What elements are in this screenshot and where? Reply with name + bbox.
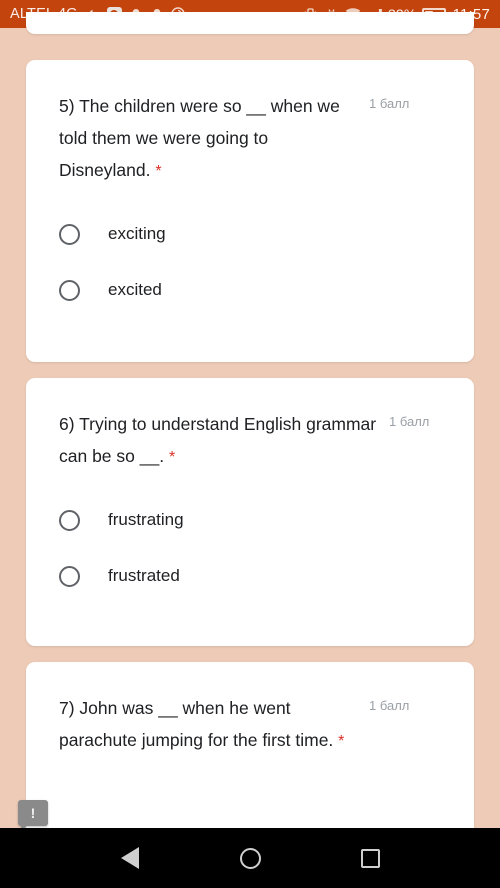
option-label: exciting <box>108 224 166 243</box>
required-asterisk: * <box>338 733 345 750</box>
option-row[interactable]: frustrating <box>59 492 474 548</box>
radio-button-icon[interactable] <box>59 223 80 245</box>
feedback-bubble-icon[interactable]: ! <box>18 800 48 831</box>
option-row[interactable]: frustrated <box>59 548 474 604</box>
back-button[interactable] <box>107 835 153 881</box>
question-header: 5) The children were so __ when we told … <box>26 60 474 188</box>
question-text: 6) Trying to understand English grammar … <box>59 408 379 474</box>
back-triangle-icon <box>121 847 139 869</box>
home-circle-icon <box>239 847 261 869</box>
required-asterisk: * <box>155 163 162 180</box>
question-text: 5) The children were so __ when we told … <box>59 90 359 188</box>
question-points: 1 балл <box>389 414 430 429</box>
question-body: 7) John was __ when he went parachute ju… <box>59 698 334 750</box>
options-group: exciting excited <box>26 188 474 318</box>
radio-button-icon[interactable] <box>59 509 80 531</box>
form-scroll-area[interactable]: 5) The children were so __ when we told … <box>0 12 500 852</box>
required-asterisk: * <box>168 449 176 466</box>
option-label: frustrating <box>108 510 184 529</box>
recents-square-icon <box>360 848 380 868</box>
phone-screen: ALTEL 4G <box>0 0 500 888</box>
android-nav-bar <box>0 828 500 888</box>
question-body: 6) Trying to understand English grammar … <box>59 414 377 466</box>
radio-button-icon[interactable] <box>59 565 80 587</box>
question-header: 6) Trying to understand English grammar … <box>26 378 474 474</box>
question-header: 7) John was __ when he went parachute ju… <box>26 662 474 758</box>
option-label: frustrated <box>108 566 180 585</box>
question-text: 7) John was __ when he went parachute ju… <box>59 692 359 758</box>
question-points: 1 балл <box>369 698 410 713</box>
home-button[interactable] <box>227 835 273 881</box>
question-card-7[interactable]: 7) John was __ when he went parachute ju… <box>26 662 474 852</box>
radio-button-icon[interactable] <box>59 279 80 301</box>
question-card-5[interactable]: 5) The children were so __ when we told … <box>26 60 474 362</box>
question-body: 5) The children were so __ when we told … <box>59 96 340 180</box>
recents-button[interactable] <box>347 835 393 881</box>
option-row[interactable]: exciting <box>59 206 474 262</box>
option-label: excited <box>108 280 162 299</box>
question-points: 1 балл <box>369 96 410 111</box>
question-card-6[interactable]: 6) Trying to understand English grammar … <box>26 378 474 646</box>
option-row[interactable]: excited <box>59 262 474 318</box>
question-card-previous[interactable] <box>26 12 474 34</box>
options-group: frustrating frustrated <box>26 474 474 604</box>
